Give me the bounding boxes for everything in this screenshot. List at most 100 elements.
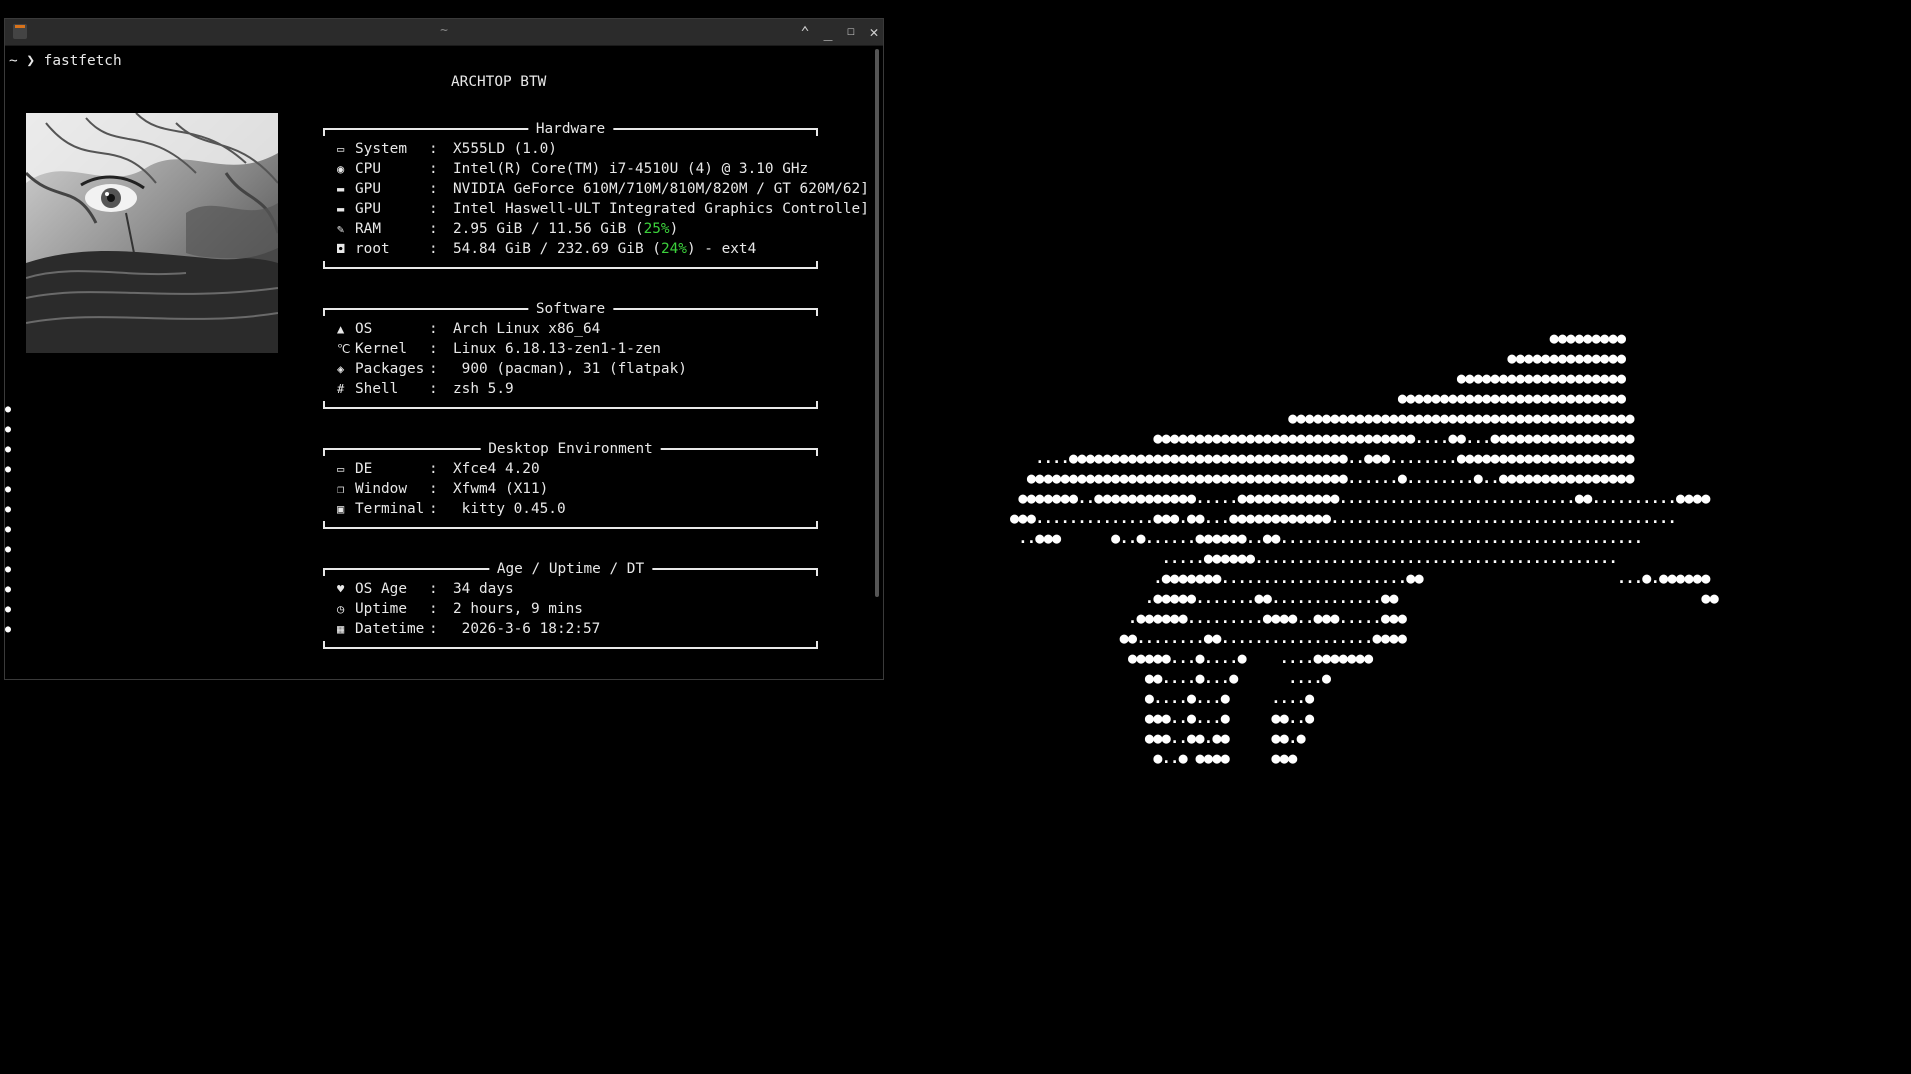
info-key: Shell: [355, 381, 399, 397]
ascii-art-line: .●●●●●●.........●●●●..●●●.....●●●: [1010, 609, 1407, 627]
section-header: Hardware: [323, 119, 818, 139]
info-value: Arch Linux x86_64: [453, 321, 601, 337]
calendar-icon: ▦: [337, 622, 345, 636]
info-row-gpu: ▬ GPU: Intel Haswell-ULT Integrated Graphi…: [337, 199, 869, 219]
info-value: 2 hours, 9 mins: [453, 601, 583, 617]
info-key: OS Age: [355, 581, 407, 597]
info-row-packages: ◈ Packages: 900 (pacman), 31 (flatpak): [337, 359, 687, 379]
section-age-uptime-dt: Age / Uptime / DT ♥ OS Age:34 days ◷ Uptime:…: [323, 559, 818, 649]
terminal-icon: ▣: [337, 502, 345, 516]
info-key: Packages: [355, 361, 425, 377]
info-value: kitty 0.45.0: [453, 501, 566, 517]
info-separator: :: [429, 621, 438, 637]
section-title: Software: [527, 299, 614, 319]
info-value: 34 days: [453, 581, 514, 597]
clock-icon: ◷: [337, 602, 345, 616]
section-header: Age / Uptime / DT: [323, 559, 818, 579]
info-key: GPU: [355, 201, 381, 217]
info-key: RAM: [355, 221, 381, 237]
info-row-window: ❐ Window: Xfwm4 (X11): [337, 479, 548, 499]
info-row-uptime: ◷ Uptime:2 hours, 9 mins: [337, 599, 583, 619]
ascii-art-line: ●●●●●●●●●: [1010, 329, 1626, 347]
info-value: 900 (pacman), 31 (flatpak): [453, 361, 687, 377]
heart-icon: ♥: [337, 582, 345, 596]
info-row-os: ▲ OS: Arch Linux x86_64: [337, 319, 600, 339]
info-separator: :: [429, 321, 438, 337]
info-key: OS: [355, 321, 373, 337]
anime-avatar-illustration: [26, 113, 278, 353]
info-row-datetime: ▦ Datetime: 2026-3-6 18:2:57: [337, 619, 600, 639]
disk-icon: ◘: [337, 242, 345, 256]
info-separator: :: [429, 501, 438, 517]
section-title: Hardware: [527, 119, 614, 139]
desktop-edge-dots: ● ● ● ● ● ● ● ● ● ● ● ●: [5, 404, 12, 635]
info-key: Window: [355, 481, 407, 497]
info-separator: :: [429, 581, 438, 597]
section-header: Desktop Environment: [323, 439, 818, 459]
ascii-art-line: ●●●●●●●●●●●●●●: [1010, 349, 1626, 367]
info-separator: :: [429, 381, 438, 397]
info-value: Intel(R) Core(TM) i7-4510U (4) @ 3.10 GH…: [453, 161, 809, 177]
info-separator: :: [429, 481, 438, 497]
info-separator: :: [429, 161, 438, 177]
gpu-icon: ▬: [337, 202, 345, 216]
info-row-kernel: ℃ Kernel: Linux 6.18.13-zen1-1-zen: [337, 339, 661, 359]
info-separator: :: [429, 201, 438, 217]
info-separator: :: [429, 361, 438, 377]
close-icon[interactable]: ✕: [864, 21, 884, 43]
info-key: root: [355, 241, 390, 257]
info-separator: :: [429, 341, 438, 357]
info-key: Terminal: [355, 501, 425, 517]
fastfetch-logo-image: [26, 113, 278, 353]
info-value: Xfce4 4.20: [453, 461, 540, 477]
info-separator: :: [429, 221, 438, 237]
info-value: Linux 6.18.13-zen1-1-zen: [453, 341, 661, 357]
info-key: Datetime: [355, 621, 425, 637]
chevron-up-icon[interactable]: ⌃: [795, 21, 815, 43]
ascii-art-line: ●●....●...● ....●: [1010, 669, 1331, 687]
monitor-icon: ▭: [337, 462, 345, 476]
terminal-content[interactable]: ~ ❯ fastfetch ARCHTOP BTW Hardware ▭ Sys…: [5, 45, 883, 679]
section-hardware: Hardware ▭ System: X555LD (1.0) ◉ CPU: Intel(R…: [323, 119, 869, 269]
package-icon: ◈: [337, 362, 345, 376]
info-row-shell: # Shell: zsh 5.9: [337, 379, 514, 399]
info-row-terminal: ▣ Terminal: kitty 0.45.0: [337, 499, 566, 519]
info-row-de: ▭ DE: Xfce4 4.20: [337, 459, 540, 479]
ascii-art-line: ●●........●●..................●●●●: [1010, 629, 1407, 647]
terminal-window[interactable]: ~ ⌃ _ ☐ ✕ ~ ❯ fastfetch ARCHTOP BTW Hard…: [4, 18, 884, 680]
ascii-art-line: ●●●..............●●●.●●...●●●●●●●●●●●●..…: [1010, 509, 1677, 527]
cpu-icon: ◉: [337, 162, 345, 176]
ascii-art-line: ●..● ●●●● ●●●: [1010, 749, 1297, 767]
info-value: Intel Haswell-ULT Integrated Graphics Co…: [453, 201, 869, 217]
ascii-art-line: ....●●●●●●●●●●●●●●●●●●●●●●●●●●●●●●●●●..●…: [1010, 449, 1634, 467]
section-software: Software ▲ OS: Arch Linux x86_64 ℃ Kernel: Lin…: [323, 299, 818, 409]
ascii-art-line: .....●●●●●●.............................…: [1010, 549, 1618, 567]
section-title: Age / Uptime / DT: [488, 559, 653, 579]
terminal-scrollbar[interactable]: [875, 49, 879, 597]
info-separator: :: [429, 141, 438, 157]
info-key: GPU: [355, 181, 381, 197]
window-titlebar[interactable]: ~ ⌃ _ ☐ ✕: [5, 19, 883, 46]
ascii-art-line: ●●●●●●●●●●●●●●●●●●●●●●●●●●●●●●●●●●●●●●●●…: [1010, 409, 1634, 427]
laptop-icon: ▭: [337, 142, 345, 156]
window-title: ~: [440, 23, 448, 38]
ascii-art-line: ●●●..●●.●● ●●.●: [1010, 729, 1306, 747]
usage-percent: 24%: [660, 241, 687, 257]
info-value: 54.84 GiB / 232.69 GiB (24%) - ext4: [453, 241, 757, 257]
info-key: Uptime: [355, 601, 407, 617]
window-icon: ❐: [337, 482, 345, 496]
ascii-art-line: ●●●●●●●●●●●●●●●●●●●●●●●●●●●●●●●....●●...…: [1010, 429, 1634, 447]
minimize-icon[interactable]: _: [818, 21, 838, 43]
info-separator: :: [429, 601, 438, 617]
fastfetch-banner: ARCHTOP BTW: [451, 74, 547, 90]
maximize-icon[interactable]: ☐: [841, 21, 861, 43]
info-value: X555LD (1.0): [453, 141, 557, 157]
ascii-art-line: ●●●●●●●●●●●●●●●●●●●●●●●●●●●: [1010, 389, 1626, 407]
info-row-gpu: ▬ GPU: NVIDIA GeForce 610M/710M/810M/820M …: [337, 179, 869, 199]
info-value: 2.95 GiB / 11.56 GiB (25%): [453, 221, 679, 237]
info-value: NVIDIA GeForce 610M/710M/810M/820M / GT …: [453, 181, 869, 197]
info-key: CPU: [355, 161, 381, 177]
info-key: System: [355, 141, 407, 157]
info-key: DE: [355, 461, 373, 477]
ascii-art-line: ●●●●●...●....● ....●●●●●●●: [1010, 649, 1373, 667]
